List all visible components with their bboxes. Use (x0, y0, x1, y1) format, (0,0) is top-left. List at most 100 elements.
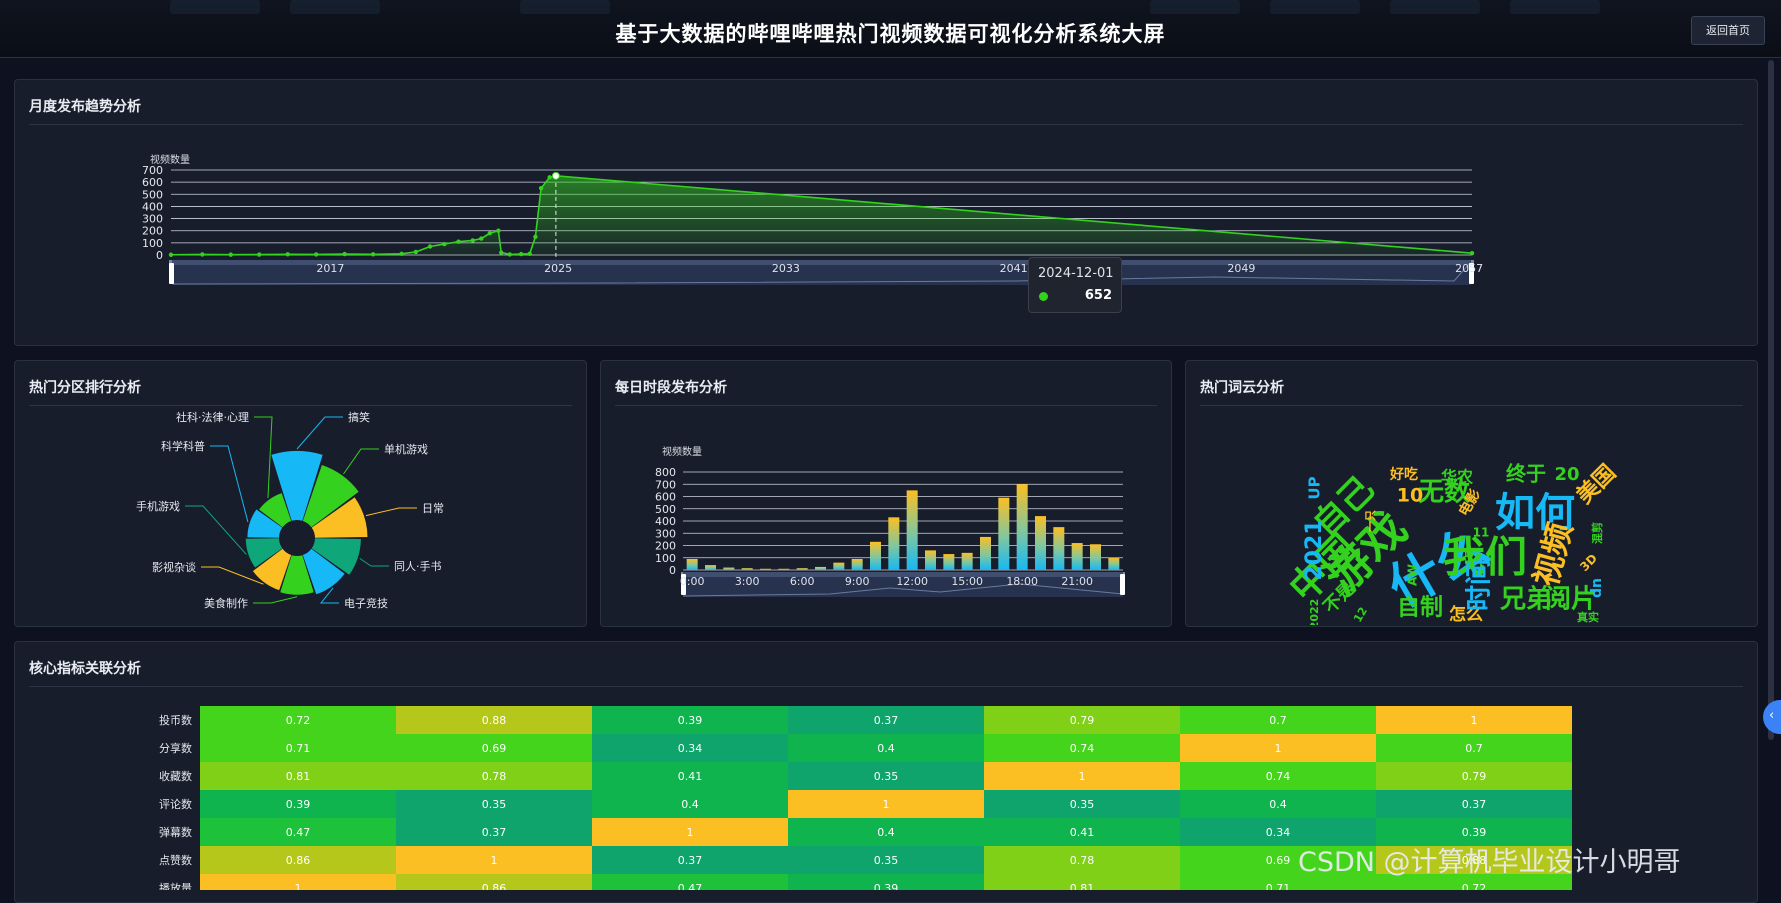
heatmap-row-label: 收藏数 (159, 769, 192, 783)
y-tick-label: 600 (142, 176, 163, 189)
y-tick-label: 200 (142, 225, 163, 238)
y-tick-label: 300 (142, 213, 163, 226)
y-tick-label: 700 (142, 164, 163, 177)
heatmap-cell-label: 0.78 (482, 770, 507, 783)
data-point (200, 252, 205, 257)
heatmap-cell-label: 0.88 (482, 714, 507, 727)
data-point (413, 249, 419, 255)
heatmap-cell-label: 0.37 (1462, 798, 1487, 811)
word-cloud-word: 一只 (1364, 510, 1377, 532)
monthly-chart[interactable]: 视频数量01002003004005006007002017 2025 2033 20… (14, 79, 1756, 344)
bar (833, 562, 845, 570)
heatmap-cell-label: 1 (1471, 714, 1478, 727)
label-line (210, 445, 249, 523)
heatmap-row-label: 评论数 (159, 797, 192, 811)
bar (1071, 543, 1083, 570)
bar (1053, 527, 1065, 570)
data-point (456, 239, 461, 244)
data-point (547, 175, 552, 180)
slice-label: 日常 (422, 502, 444, 515)
ghost-nav (290, 0, 380, 14)
heatmap-cell-label: 0.4 (1269, 798, 1287, 811)
label-line (254, 416, 273, 499)
bar (870, 541, 881, 570)
label-line (185, 505, 247, 555)
bar (741, 568, 753, 570)
word-cloud-word: 华农 (1441, 468, 1473, 487)
scrollbar[interactable] (1768, 60, 1774, 740)
bar (851, 558, 863, 570)
heatmap-cell-label: 0.69 (482, 742, 507, 755)
heatmap-row-label: 投币数 (159, 713, 192, 727)
bar (1090, 544, 1101, 570)
slider-handle-left (169, 263, 174, 284)
datazoom-slider (172, 260, 1471, 285)
heatmap-cell-label: 0.71 (286, 742, 311, 755)
word-cloud-word: 10 (1397, 485, 1423, 507)
heatmap-cell-label: 0.4 (877, 826, 895, 839)
y-tick-label: 400 (655, 515, 676, 528)
y-tick-label: 500 (142, 188, 163, 201)
x-tick-label: 2017 (316, 262, 344, 275)
word-cloud-word: dn (1589, 578, 1605, 598)
label-line (343, 448, 379, 475)
highlight-point (551, 171, 560, 180)
word-cloud-word: 15 (1463, 550, 1476, 565)
data-point (1469, 250, 1475, 256)
watermark: CSDN @计算机毕业设计小明哥 (1298, 847, 1681, 878)
bar (815, 566, 826, 570)
word-cloud-word: 自制 (1397, 594, 1443, 621)
heatmap-cell-label: 0.86 (286, 854, 311, 867)
chart-tooltip: 2024-12-01 652 (1028, 257, 1122, 313)
heatmap-cell-label: 0.4 (877, 742, 895, 755)
tooltip-dot (1039, 292, 1048, 301)
home-button[interactable]: 返回首页 (1691, 16, 1765, 45)
label-line (365, 507, 417, 517)
ghost-nav (170, 0, 260, 14)
word-cloud-word: 2021 (1302, 519, 1327, 580)
y-tick-label: 0 (156, 249, 163, 262)
heatmap-cell-label: 0.79 (1462, 770, 1487, 783)
category-chart[interactable]: 搞笑单机游戏日常同人·手书电子竞技 美食制作 影视杂谈 手机游戏 科学科普 社科·法律·心… (14, 360, 585, 625)
x-tick-label: 2041 (1000, 262, 1028, 275)
bar (723, 567, 735, 570)
data-point (285, 252, 290, 257)
slice-label: 科学科普 (161, 439, 205, 453)
data-point (442, 241, 447, 247)
x-tick-label: 21:00 (1061, 575, 1093, 588)
y-tick-label: 400 (142, 200, 163, 213)
word-cloud-word: 2022 (1308, 599, 1321, 625)
heatmap-cell-label: 1 (687, 826, 694, 839)
ghost-nav (1510, 0, 1600, 14)
data-point (313, 252, 319, 257)
heatmap-cell-label: 0.71 (1266, 882, 1291, 890)
word-cloud-word: 混剪 (1590, 522, 1604, 544)
heatmap-row-label: 播放量 (159, 881, 192, 890)
data-point (538, 186, 544, 191)
wordcloud-chart: 什么游戏 如何我们中国 视频自己 无数兄弟阅片2021UP 10华农好吃 终于 20美国电影… (1281, 460, 1621, 625)
side-tab[interactable]: ‹ (1763, 700, 1781, 734)
heatmap-cell-label: 1 (491, 854, 498, 867)
data-point (533, 234, 538, 239)
bar (778, 568, 790, 570)
x-tick-label: 15:00 (951, 575, 983, 588)
heatmap-cell-label: 0.35 (482, 798, 507, 811)
label-line (359, 557, 389, 567)
heatmap-cell-label: 0.79 (1070, 714, 1095, 727)
data-point (518, 251, 524, 257)
heatmap-cell-label: 0.37 (874, 714, 899, 727)
bar (796, 568, 808, 570)
heatmap-cell-label: 0.39 (286, 798, 311, 811)
heatmap-row-label: 点赞数 (159, 854, 192, 867)
heatmap-cell-label: 0.81 (286, 770, 311, 783)
data-point (487, 230, 493, 236)
heatmap-row-label: 弹幕数 (159, 825, 192, 839)
heatmap-cell-label: 0.72 (286, 714, 311, 727)
ghost-nav (1270, 0, 1360, 14)
bar (980, 536, 991, 570)
heatmap-cell-label: 0.35 (874, 854, 899, 867)
word-cloud-word: 真实 (1577, 610, 1599, 624)
data-point (342, 251, 347, 257)
hourly-chart[interactable]: 视频数量 0100200300400500600700800 0:00 3:00 6:0… (600, 360, 1170, 625)
slice-label: 搞笑 (348, 410, 370, 424)
